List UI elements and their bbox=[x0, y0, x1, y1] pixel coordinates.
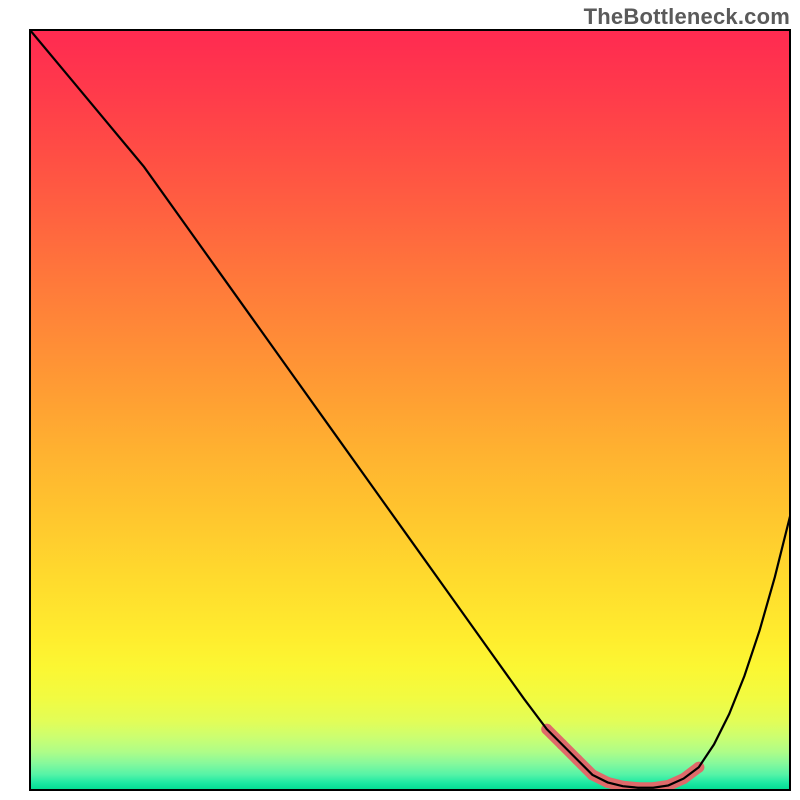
bottleneck-chart bbox=[0, 0, 800, 800]
chart-container: TheBottleneck.com bbox=[0, 0, 800, 800]
gradient-background bbox=[30, 30, 790, 790]
watermark-text: TheBottleneck.com bbox=[584, 4, 790, 30]
